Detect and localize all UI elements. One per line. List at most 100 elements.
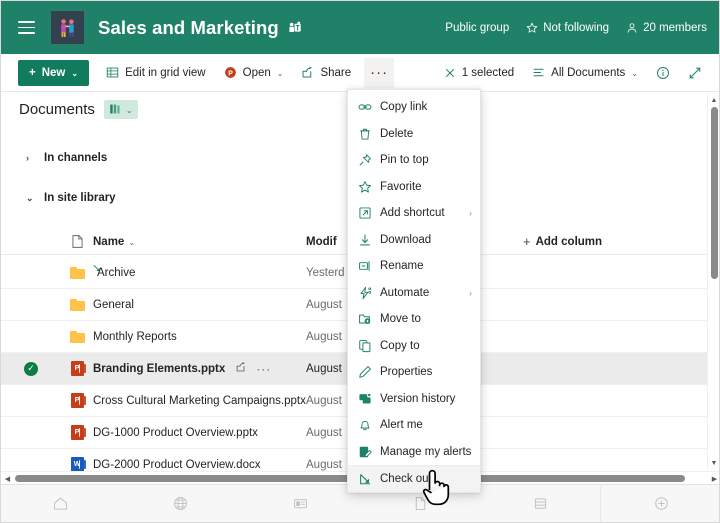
members-button[interactable]: 20 members: [626, 22, 707, 34]
expand-icon: [688, 66, 702, 80]
info-icon: [656, 66, 670, 80]
new-label: New: [42, 67, 66, 79]
menu-item-version-history[interactable]: Version history: [348, 386, 480, 413]
menu-item-move-to[interactable]: Move to: [348, 306, 480, 333]
menu-item-label: Manage my alerts: [380, 446, 471, 458]
nav-list-button[interactable]: [480, 485, 600, 522]
menu-item-copy-to[interactable]: Copy to: [348, 333, 480, 360]
row-name-cell[interactable]: Cross Cultural Marketing Campaigns.pptx: [93, 395, 333, 407]
folder-icon: [70, 299, 85, 311]
chevron-right-icon: ›: [469, 208, 472, 218]
nav-globe-button[interactable]: [121, 485, 241, 522]
row-name-cell[interactable]: Monthly Reports: [93, 331, 306, 343]
row-name-cell[interactable]: DG-2000 Product Overview.docx: [93, 459, 306, 471]
menu-item-label: Check out: [380, 473, 432, 485]
menu-item-rename[interactable]: Rename: [348, 253, 480, 280]
row-name-cell[interactable]: General: [93, 299, 306, 311]
shortcut-arrow-icon: [93, 264, 101, 272]
menu-item-manage-my-alerts[interactable]: Manage my alerts: [348, 439, 480, 466]
menu-item-favorite[interactable]: Favorite: [348, 174, 480, 201]
person-icon: [626, 22, 638, 34]
chevron-down-icon: ⌄: [126, 106, 133, 115]
row-name: Archive: [97, 267, 135, 279]
menu-item-label: Move to: [380, 313, 421, 325]
column-modified-label: Modif: [306, 236, 337, 248]
row-actions: ···: [235, 361, 271, 376]
new-button[interactable]: + New ⌄: [18, 60, 89, 86]
scroll-down-icon[interactable]: ▼: [708, 456, 720, 470]
menu-item-alert-me[interactable]: Alert me: [348, 412, 480, 439]
nav-add-button[interactable]: [601, 485, 720, 522]
expand-button[interactable]: [679, 58, 711, 88]
chevron-down-icon: ⌄: [631, 69, 638, 78]
menu-item-label: Automate: [380, 287, 429, 299]
share-icon: [301, 66, 314, 79]
menu-item-add-shortcut[interactable]: Add shortcut ›: [348, 200, 480, 227]
svg-text:P: P: [228, 70, 233, 77]
powerpoint-icon: P: [224, 66, 237, 79]
nav-news-button[interactable]: [241, 485, 361, 522]
manage-alerts-icon: [358, 445, 380, 459]
library-switcher-button[interactable]: ⌄: [104, 100, 138, 119]
team-people-logo: [57, 17, 78, 38]
menu-item-download[interactable]: Download: [348, 227, 480, 254]
view-switcher-button[interactable]: All Documents ⌄: [523, 58, 647, 88]
menu-item-delete[interactable]: Delete: [348, 121, 480, 148]
menu-item-copy-link[interactable]: Copy link: [348, 94, 480, 121]
hamburger-icon[interactable]: [9, 21, 43, 34]
open-button[interactable]: P Open ⌄: [215, 58, 293, 88]
edit-pencil-icon: [358, 365, 380, 379]
row-checkbox-checked[interactable]: ✓: [1, 362, 61, 376]
powerpoint-icon: P: [71, 393, 84, 408]
menu-item-label: Delete: [380, 128, 413, 140]
share-button[interactable]: Share: [292, 58, 360, 88]
group-label: In site library: [44, 192, 116, 204]
news-icon: [292, 495, 309, 512]
vertical-scroll-thumb[interactable]: [711, 107, 718, 279]
check-circle-icon: ✓: [24, 362, 38, 376]
home-icon: [52, 495, 69, 512]
powerpoint-icon: P: [71, 361, 84, 376]
menu-item-pin-to-top[interactable]: Pin to top: [348, 147, 480, 174]
close-icon: [444, 67, 456, 79]
row-name: Branding Elements.pptx: [93, 363, 225, 375]
menu-item-label: Properties: [380, 366, 432, 378]
selection-count-button[interactable]: 1 selected: [435, 58, 523, 88]
share-icon[interactable]: [235, 361, 247, 376]
rename-icon: [358, 259, 380, 273]
powerpoint-icon: P: [71, 425, 84, 440]
group-privacy-label: Public group: [445, 22, 509, 34]
add-column-button[interactable]: + Add column: [511, 234, 709, 249]
menu-item-label: Add shortcut: [380, 207, 445, 219]
pin-icon: [358, 153, 380, 167]
menu-item-label: Version history: [380, 393, 455, 405]
menu-item-check-out[interactable]: Check out: [348, 465, 480, 492]
vertical-scrollbar[interactable]: ▲ ▼: [707, 93, 719, 470]
view-label: All Documents: [551, 67, 625, 79]
row-name: DG-2000 Product Overview.docx: [93, 459, 260, 471]
info-button[interactable]: [647, 58, 679, 88]
context-menu: Copy link Delete Pin to top: [347, 89, 481, 493]
menu-item-automate[interactable]: Automate ›: [348, 280, 480, 307]
column-file-type[interactable]: [61, 235, 93, 248]
row-file-icon: [61, 299, 93, 311]
menu-item-properties[interactable]: Properties: [348, 359, 480, 386]
folder-icon: [70, 267, 85, 279]
edit-in-grid-view-button[interactable]: Edit in grid view: [97, 58, 215, 88]
library-title: Documents: [19, 101, 95, 118]
scroll-up-icon[interactable]: ▲: [708, 93, 720, 107]
row-name-cell[interactable]: Archive: [93, 267, 306, 279]
column-name-label: Name: [93, 236, 124, 248]
follow-button[interactable]: Not following: [526, 22, 609, 34]
chevron-down-icon: ⌄: [26, 193, 44, 204]
row-name-cell[interactable]: Branding Elements.pptx ···: [93, 361, 306, 376]
row-name: General: [93, 299, 134, 311]
folder-icon: [70, 331, 85, 343]
nav-home-button[interactable]: [1, 485, 121, 522]
more-actions-icon[interactable]: ···: [256, 363, 271, 375]
more-options-button[interactable]: ···: [364, 58, 394, 88]
column-name[interactable]: Name ⌄: [93, 236, 306, 248]
menu-item-label: Alert me: [380, 419, 423, 431]
add-column-label: Add column: [536, 236, 602, 248]
row-name-cell[interactable]: DG-1000 Product Overview.pptx: [93, 427, 306, 439]
